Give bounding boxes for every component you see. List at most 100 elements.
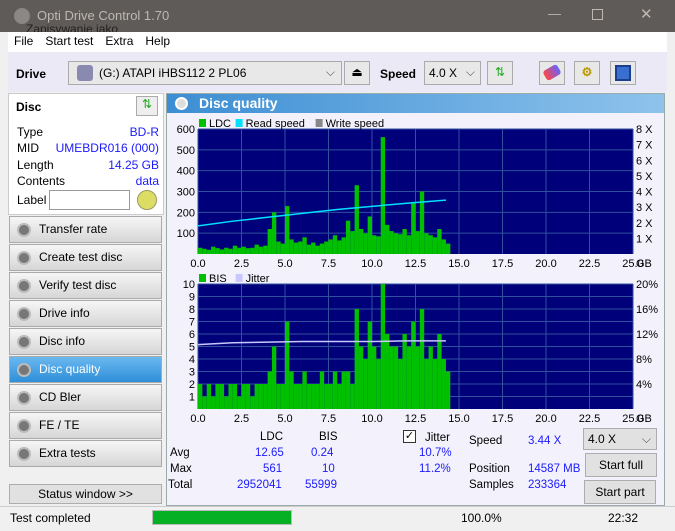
- start-part-button[interactable]: Start part: [584, 480, 656, 504]
- jitter-checkbox[interactable]: ✓: [403, 430, 416, 443]
- bis-bar: [293, 384, 299, 409]
- disc-icon: [17, 363, 31, 377]
- bis-bar: [385, 334, 390, 409]
- ldc-bar: [398, 234, 403, 254]
- bis-bar: [241, 384, 246, 409]
- bis-bar: [211, 396, 216, 409]
- x-tick-label: 15.0: [448, 258, 469, 270]
- bis-bar: [437, 334, 442, 409]
- bis-bar: [258, 384, 264, 409]
- x-tick-label: 22.5: [579, 258, 600, 270]
- ldc-bar: [237, 247, 242, 254]
- ldc-bar: [358, 229, 364, 254]
- nav-cd-bler[interactable]: CD Bler: [9, 384, 162, 411]
- bis-bar: [280, 384, 285, 409]
- progress-text: 100.0%: [461, 511, 502, 525]
- ldc-bar: [411, 201, 416, 254]
- menu-start-test[interactable]: Start test: [39, 32, 99, 50]
- eraser-icon: [542, 63, 562, 82]
- speed-label: Speed: [469, 435, 503, 447]
- menu-file[interactable]: File: [8, 32, 39, 50]
- nav-extra-tests[interactable]: Extra tests: [9, 440, 162, 467]
- y2-tick-label: 16%: [636, 304, 658, 316]
- ldc-bar: [372, 235, 377, 254]
- close-button[interactable]: ✕: [640, 5, 653, 23]
- nav-disc-info[interactable]: Disc info: [9, 328, 162, 355]
- ldc-bar: [350, 231, 355, 254]
- ldc-bar: [332, 235, 338, 254]
- bis-bar: [402, 334, 407, 409]
- bis-bar: [328, 384, 333, 409]
- ldc-bar: [263, 245, 268, 254]
- y2-tick-label: 12%: [636, 329, 658, 341]
- bis-bar: [415, 346, 420, 409]
- field-key: Length: [17, 158, 54, 172]
- speed-select[interactable]: 4.0 X ⌵: [424, 61, 481, 85]
- drive-select[interactable]: (G:) ATAPI iHBS112 2 PL06 ⌵: [68, 61, 342, 85]
- ldc-bar: [432, 237, 438, 254]
- nav-drive-info[interactable]: Drive info: [9, 300, 162, 327]
- y2-tick-label: 7 X: [636, 140, 653, 152]
- erase-button[interactable]: [539, 61, 565, 85]
- x-unit: GB: [636, 413, 652, 425]
- x-tick-label: 10.0: [361, 413, 382, 425]
- gears-icon: ⚙: [581, 65, 593, 79]
- label-input[interactable]: [49, 190, 130, 210]
- ldc-bar: [311, 242, 316, 254]
- bis-bar: [398, 359, 403, 409]
- nav-transfer-rate[interactable]: Transfer rate: [9, 216, 162, 243]
- eject-icon: ⏏: [351, 65, 363, 79]
- panel-title: Disc quality: [199, 95, 278, 111]
- disc-icon: [17, 251, 31, 265]
- minimize-button[interactable]: —: [548, 6, 561, 21]
- disc-length-row: Length 14.25 GB: [17, 158, 159, 174]
- bis-bar: [267, 371, 272, 409]
- ldc-bar: [254, 244, 259, 254]
- bis-bar: [419, 309, 425, 409]
- ldc-bar: [441, 239, 446, 254]
- disc-type-row: Type BD-R: [17, 125, 159, 141]
- settings-button[interactable]: ⚙: [574, 61, 600, 85]
- nav-fe-te[interactable]: FE / TE: [9, 412, 162, 439]
- nav-verify-test-disc[interactable]: Verify test disc: [9, 272, 162, 299]
- bis-bar: [389, 346, 394, 409]
- status-text: Test completed: [10, 511, 91, 525]
- nav-create-test-disc[interactable]: Create test disc: [9, 244, 162, 271]
- eject-button[interactable]: ⏏: [344, 61, 370, 85]
- ldc-bar: [406, 235, 412, 254]
- y2-tick-label: 4%: [636, 379, 652, 391]
- bis-bar: [337, 384, 342, 409]
- ldc-bar: [232, 245, 238, 254]
- ldc-bar: [324, 241, 329, 254]
- nav-disc-quality[interactable]: Disc quality: [9, 356, 162, 383]
- test-speed-select[interactable]: 4.0 X ⌵: [583, 428, 657, 450]
- disc-quality-panel: Disc quality 0.0 2.5 5.0 7.5 10.0 12.5 15.0 17.…: [166, 93, 665, 506]
- disc-icon: [17, 419, 31, 433]
- ldc-bar: [428, 235, 433, 254]
- x-tick-label: 10.0: [361, 258, 382, 270]
- menu-extra[interactable]: Extra: [99, 32, 139, 50]
- ldc-bar: [241, 246, 246, 254]
- menu-help[interactable]: Help: [139, 32, 176, 50]
- save-button[interactable]: [610, 61, 636, 85]
- ldc-bar: [215, 248, 220, 254]
- legend-label: Jitter: [246, 273, 270, 285]
- maximize-button[interactable]: [592, 9, 603, 20]
- bis-bar: [406, 346, 412, 409]
- disc-icon[interactable]: [137, 190, 157, 210]
- y-tick-label: 600: [177, 124, 195, 136]
- ldc-bar: [445, 243, 451, 254]
- start-full-button[interactable]: Start full: [585, 453, 657, 477]
- disc-refresh-button[interactable]: ⇅: [136, 96, 158, 116]
- x-tick-label: 5.0: [277, 258, 292, 270]
- max-label: Max: [170, 463, 192, 475]
- legend-swatch: [315, 119, 323, 127]
- y-tick-label: 1: [189, 392, 195, 404]
- y-tick-label: 10: [183, 279, 195, 291]
- refresh-button[interactable]: ⇅: [487, 61, 513, 85]
- drive-label: Drive: [16, 67, 47, 81]
- status-bar: Test completed 100.0% 22:32: [0, 506, 675, 531]
- status-window-button[interactable]: Status window >>: [9, 484, 162, 504]
- chevron-down-icon: ⌵: [641, 432, 651, 446]
- x-tick-label: 17.5: [492, 413, 513, 425]
